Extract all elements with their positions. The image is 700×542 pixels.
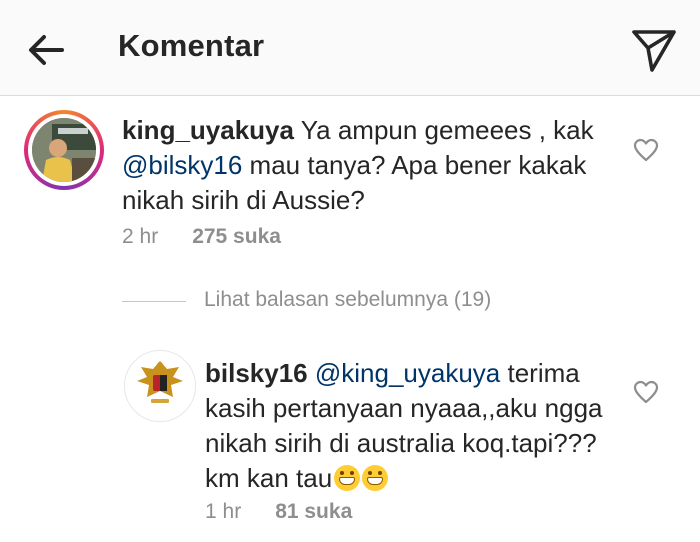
comment-text: king_uyakuya Ya ampun gemeees , kak @bil… (122, 113, 612, 218)
mention-link[interactable]: @bilsky16 (122, 150, 242, 180)
comment-time: 2 hr (122, 225, 159, 248)
avatar[interactable] (24, 110, 104, 190)
page-title: Komentar (118, 28, 265, 63)
reply-username[interactable]: bilsky16 (205, 358, 308, 388)
arrow-left-icon[interactable] (24, 28, 68, 72)
grinning-face-icon (362, 465, 389, 491)
avatar[interactable] (124, 350, 196, 422)
view-previous-replies-label[interactable]: Lihat balasan sebelumnya (19) (204, 288, 491, 312)
comment-meta: 2 hr 275 suka (122, 225, 281, 249)
reply-item: bilsky16 @king_uyakuya terima kasih pert… (0, 340, 700, 540)
reply-meta: 1 hr 81 suka (205, 500, 352, 524)
heart-icon[interactable] (632, 136, 660, 164)
grinning-face-icon (334, 465, 361, 491)
reply-text: bilsky16 @king_uyakuya terima kasih pert… (205, 356, 625, 496)
comment-likes[interactable]: 275 suka (192, 225, 281, 248)
avatar-photo (32, 118, 96, 182)
top-bar: Komentar (0, 0, 700, 96)
heart-icon[interactable] (632, 378, 660, 406)
mention-link[interactable]: @king_uyakuya (315, 358, 500, 388)
reply-text-part (308, 358, 315, 388)
view-previous-replies[interactable]: Lihat balasan sebelumnya (19) (122, 288, 682, 316)
comment-item: king_uyakuya Ya ampun gemeees , kak @bil… (0, 96, 700, 276)
comment-text-part: Ya ampun gemeees , kak (293, 115, 594, 145)
divider (122, 301, 186, 302)
reply-time: 1 hr (205, 500, 242, 523)
paper-plane-icon[interactable] (628, 24, 680, 76)
garuda-emblem-icon (125, 351, 195, 421)
reply-likes[interactable]: 81 suka (275, 500, 352, 523)
comment-username[interactable]: king_uyakuya (122, 115, 294, 145)
